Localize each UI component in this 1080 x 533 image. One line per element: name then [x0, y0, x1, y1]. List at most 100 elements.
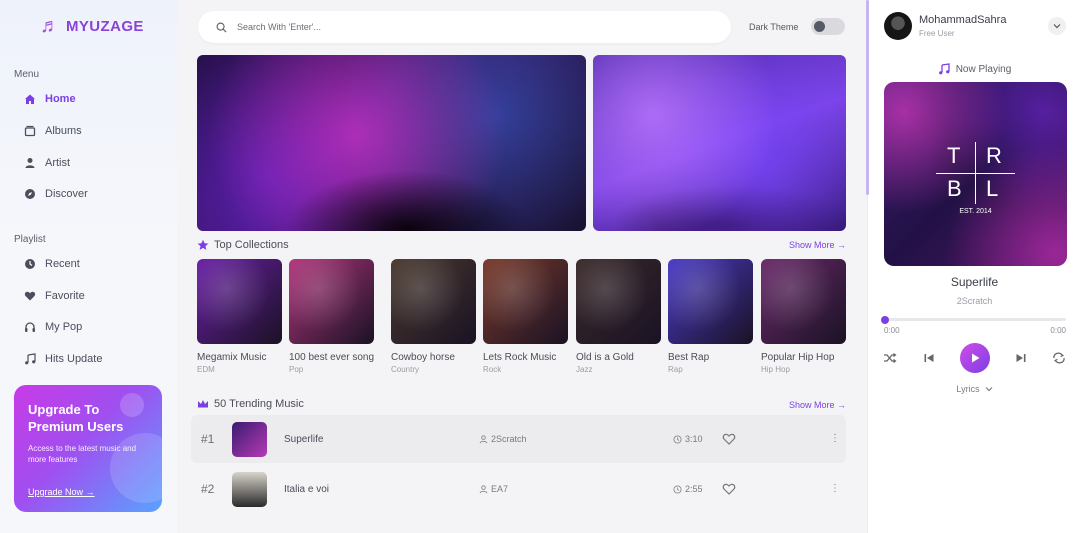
section-title: 50 Trending Music: [214, 398, 304, 410]
track-artist-name: 2Scratch: [491, 434, 527, 444]
art-letter: L: [986, 176, 999, 201]
track-rank: #2: [201, 482, 215, 496]
chevron-down-icon: [1053, 24, 1061, 29]
collection-thumbnail[interactable]: [391, 259, 476, 344]
track-artist[interactable]: 2Scratch: [479, 434, 527, 444]
search-input[interactable]: [237, 22, 677, 32]
repeat-icon[interactable]: [1052, 351, 1066, 365]
art-est-label: EST. 2014: [959, 208, 992, 215]
toggle-knob: [814, 21, 825, 32]
collection-name[interactable]: Popular Hip Hop: [761, 352, 846, 363]
collection-card[interactable]: Popular Hip Hop Hip Hop: [761, 259, 846, 374]
collection-thumbnail[interactable]: [197, 259, 282, 344]
heart-icon[interactable]: [722, 432, 736, 446]
sidebar-item-label: My Pop: [45, 321, 83, 333]
collection-card[interactable]: Cowboy horse Country: [391, 259, 476, 374]
previous-icon[interactable]: [922, 351, 936, 365]
promo-subtitle: Access to the latest music and more feat…: [28, 444, 137, 464]
track-row[interactable]: #1 Superlife 2Scratch 3:10 ⋮: [191, 415, 846, 463]
track-thumbnail[interactable]: [232, 421, 267, 457]
dark-theme-toggle[interactable]: [811, 18, 845, 35]
collection-genre: EDM: [197, 365, 215, 374]
collections-show-more-link[interactable]: Show More →: [789, 240, 846, 250]
progress-handle[interactable]: [881, 315, 889, 324]
trending-heading: 50 Trending Music: [197, 398, 304, 410]
collection-name[interactable]: Old is a Gold: [576, 352, 661, 363]
collection-name[interactable]: Cowboy horse: [391, 352, 476, 363]
heart-icon[interactable]: [722, 482, 736, 496]
user-name: MohammadSahra: [919, 14, 1007, 26]
next-icon[interactable]: [1014, 351, 1028, 365]
sidebar-item-favorite[interactable]: Favorite: [24, 287, 85, 305]
promo-title: Upgrade To Premium Users: [28, 402, 124, 434]
collection-genre: Rap: [668, 365, 683, 374]
sidebar-item-artist[interactable]: Artist: [24, 154, 70, 172]
more-options-icon[interactable]: ⋮: [830, 484, 840, 494]
track-title[interactable]: Superlife: [284, 434, 323, 445]
track-duration-value: 3:10: [685, 434, 703, 444]
top-collections-heading: Top Collections: [197, 239, 289, 251]
music-note-logo-icon: ♬: [40, 15, 60, 37]
music-note-icon: [938, 63, 950, 75]
track-thumbnail[interactable]: [232, 471, 267, 507]
collection-card[interactable]: Megamix Music EDM: [197, 259, 282, 374]
featured-banner-party[interactable]: [593, 55, 846, 231]
sidebar-item-home[interactable]: Home: [24, 90, 76, 108]
track-artist[interactable]: EA7: [479, 484, 508, 494]
trending-show-more-link[interactable]: Show More →: [789, 400, 846, 410]
collection-name[interactable]: Megamix Music: [197, 352, 282, 363]
collection-name[interactable]: Best Rap: [668, 352, 753, 363]
now-playing-panel: MohammadSahra Free User Now Playing T R …: [866, 0, 1080, 533]
art-letter: B: [947, 176, 962, 201]
sidebar: ♬ MYUZAGE Menu Home Albums Artist Discov…: [0, 0, 177, 533]
featured-banner-concert[interactable]: [197, 55, 586, 231]
avatar[interactable]: [884, 12, 912, 40]
user-icon: [479, 434, 488, 443]
collection-card[interactable]: Best Rap Rap: [668, 259, 753, 374]
sidebar-item-recent[interactable]: Recent: [24, 255, 80, 273]
sidebar-item-albums[interactable]: Albums: [24, 122, 82, 140]
collection-name[interactable]: Lets Rock Music: [483, 352, 568, 363]
more-options-icon[interactable]: ⋮: [830, 434, 840, 444]
collection-card[interactable]: 100 best ever song Pop: [289, 259, 374, 374]
lyrics-label: Lyrics: [956, 384, 980, 394]
main-content: Dark Theme Top Collections Show More → M…: [177, 0, 867, 533]
collection-thumbnail[interactable]: [483, 259, 568, 344]
star-icon: [197, 239, 209, 250]
collection-card[interactable]: Old is a Gold Jazz: [576, 259, 661, 374]
search-bar[interactable]: [198, 11, 731, 43]
collection-thumbnail[interactable]: [761, 259, 846, 344]
collection-thumbnail[interactable]: [576, 259, 661, 344]
collection-name[interactable]: 100 best ever song: [289, 352, 374, 363]
brand-logo[interactable]: ♬ MYUZAGE: [40, 16, 144, 36]
sidebar-item-label: Home: [45, 93, 76, 105]
current-time: 0:00: [884, 326, 900, 335]
track-row[interactable]: #2 Italia e voi EA7 2:55 ⋮: [191, 465, 846, 513]
collection-thumbnail[interactable]: [668, 259, 753, 344]
section-title: Top Collections: [214, 239, 289, 251]
sidebar-item-label: Recent: [45, 258, 80, 270]
lyrics-toggle[interactable]: Lyrics: [868, 384, 1080, 394]
clock-icon: [673, 434, 682, 444]
playlist-section-label: Playlist: [14, 234, 46, 245]
track-title[interactable]: Italia e voi: [284, 484, 329, 495]
sidebar-item-hits-update[interactable]: Hits Update: [24, 350, 102, 368]
user-menu-button[interactable]: [1048, 17, 1066, 35]
shuffle-icon[interactable]: [883, 351, 897, 365]
play-button[interactable]: [960, 343, 990, 373]
sidebar-item-label: Favorite: [45, 290, 85, 302]
art-letter: T: [947, 143, 961, 168]
collection-card[interactable]: Lets Rock Music Rock: [483, 259, 568, 374]
album-icon: [24, 125, 36, 137]
track-duration: 2:55: [673, 484, 703, 494]
sidebar-item-label: Hits Update: [45, 353, 103, 365]
sidebar-item-discover[interactable]: Discover: [24, 185, 88, 203]
sidebar-item-my-pop[interactable]: My Pop: [24, 318, 82, 336]
collection-thumbnail[interactable]: [289, 259, 374, 344]
collection-genre: Hip Hop: [761, 365, 790, 374]
collection-genre: Rock: [483, 365, 502, 374]
playback-progress-bar[interactable]: [881, 315, 1066, 324]
track-duration-value: 2:55: [685, 484, 703, 494]
scrollbar[interactable]: [866, 0, 869, 195]
upgrade-now-link[interactable]: Upgrade Now →: [28, 487, 95, 497]
